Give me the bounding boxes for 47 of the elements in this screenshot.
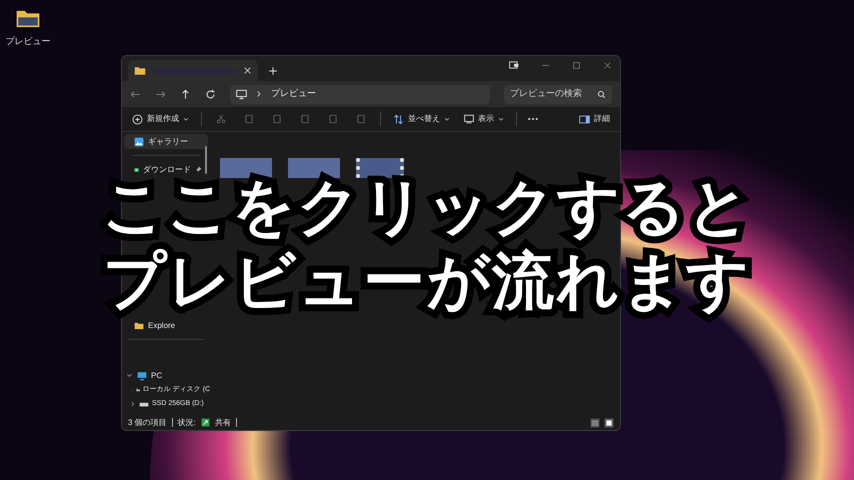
maximize-icon [572, 60, 581, 70]
chevron-right-icon [130, 401, 136, 407]
sidebar-item[interactable]: PC [122, 368, 210, 383]
image-thumbnail [220, 158, 272, 178]
share-status: 共有 [214, 416, 231, 428]
sort-button[interactable]: 並べ替え [391, 109, 452, 129]
tab[interactable] [128, 60, 258, 81]
desktop-icon-label: プレビュー [6, 35, 50, 48]
search-icon [597, 90, 606, 98]
close-icon [243, 66, 252, 75]
close-icon [603, 60, 612, 70]
item-count: 3 個の項目 [128, 416, 167, 428]
details-pane-icon [579, 114, 590, 124]
plus-circle-icon [132, 114, 143, 124]
new-button[interactable]: 新規作成 [130, 109, 191, 129]
plus-icon [268, 66, 278, 76]
view-button[interactable]: 表示 [462, 109, 506, 129]
tile-view-icon [604, 418, 614, 428]
up-icon [180, 88, 191, 100]
sort-icon [393, 114, 404, 124]
video-thumbnail [356, 158, 404, 178]
search-field[interactable]: プレビューの検索 [504, 84, 612, 104]
monitor-icon [464, 114, 474, 124]
snap-icon [509, 60, 519, 70]
caption-text: ここをクリックすると [102, 178, 752, 238]
refresh-icon [205, 88, 216, 100]
chevron-icon [255, 90, 263, 98]
gallery-icon [134, 136, 144, 146]
details-button[interactable]: 詳細 [577, 109, 612, 129]
status-label: 状況: [178, 416, 196, 428]
address-bar[interactable]: プレビュー [230, 84, 490, 104]
back-icon [130, 88, 141, 100]
caret-icon [498, 116, 504, 122]
pc-icon [137, 370, 147, 380]
forward-icon [155, 88, 166, 100]
scissors-icon [216, 114, 226, 124]
list-view-icon [590, 418, 600, 428]
sidebar-item[interactable]: ギャラリー [124, 134, 208, 149]
image-thumbnail [288, 158, 340, 178]
folder-icon [134, 320, 144, 330]
caret-icon [183, 116, 189, 122]
caret-icon [444, 116, 450, 122]
monitor-icon [236, 88, 247, 100]
scrollbar-thumb[interactable] [205, 146, 207, 174]
sidebar-item[interactable]: ダウンロード [124, 162, 208, 177]
folder-icon [134, 64, 146, 76]
sidebar-item[interactable]: Explore [124, 318, 208, 333]
